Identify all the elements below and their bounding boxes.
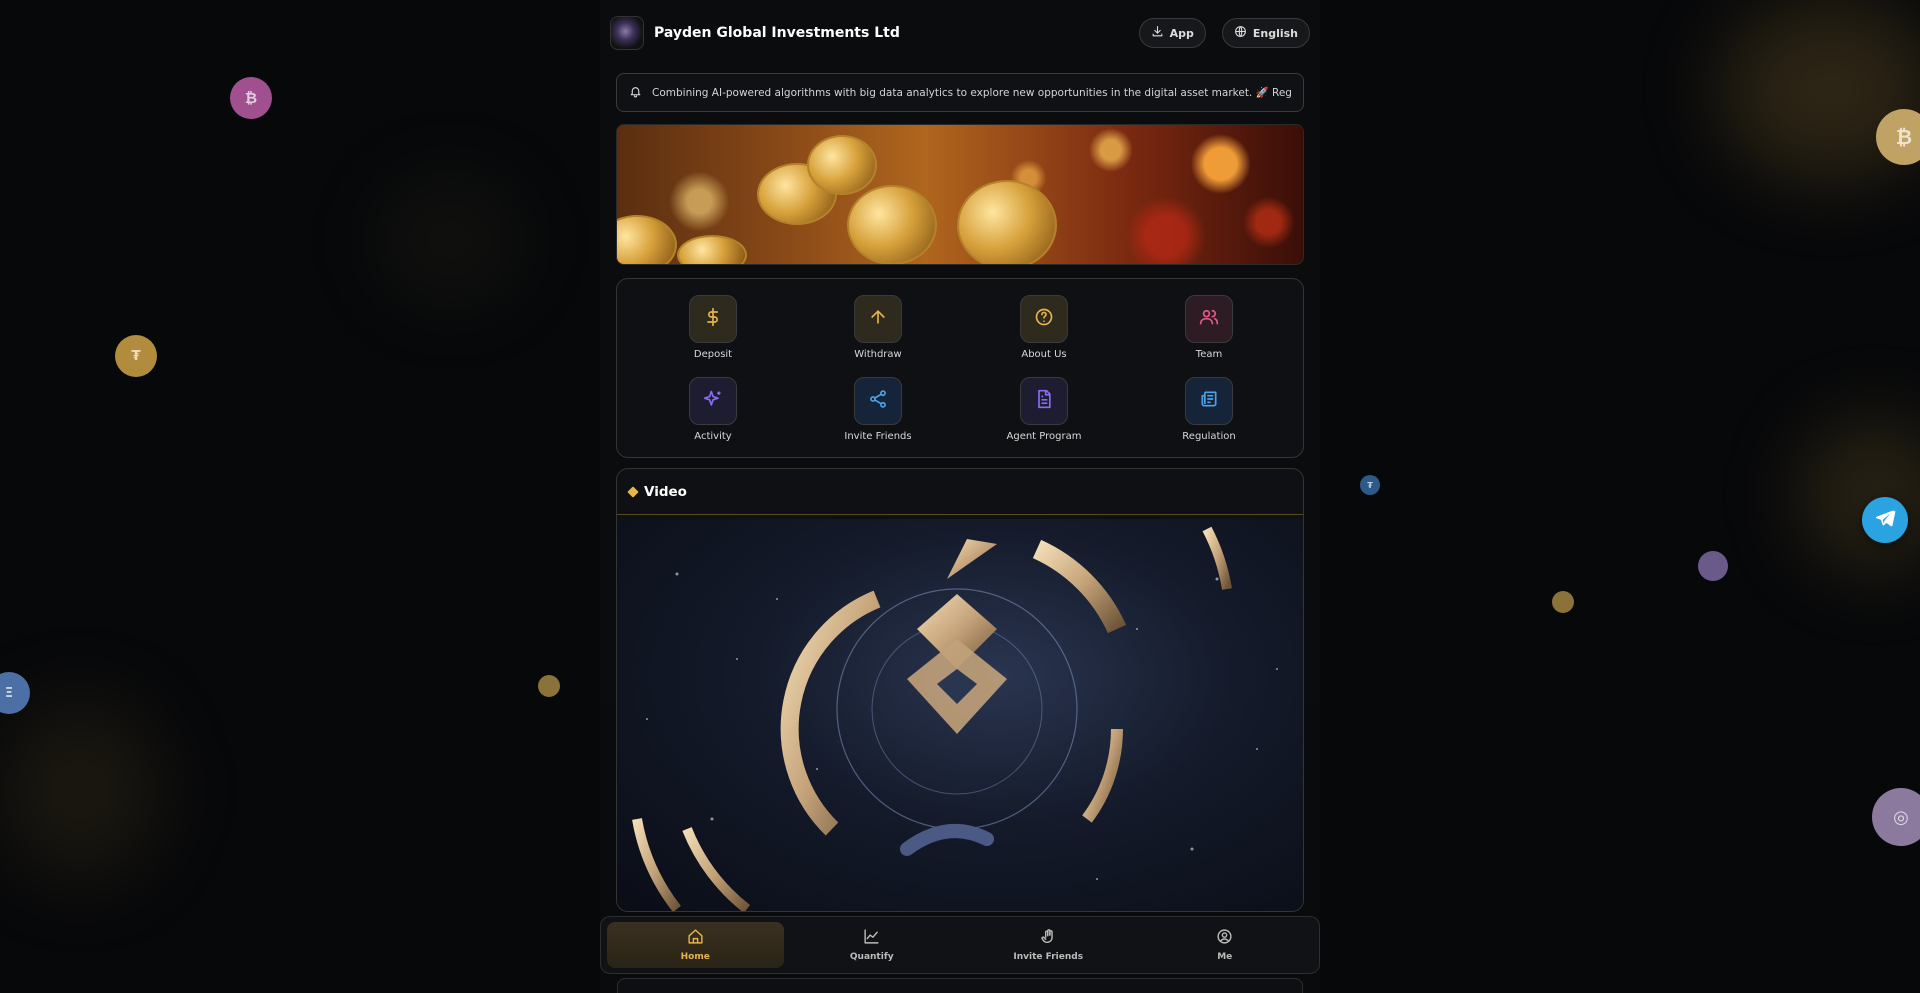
globe-icon [1234,25,1247,41]
menu-label: About Us [1021,349,1067,360]
menu-item-about-us[interactable]: About Us [984,295,1104,360]
menu-label: Withdraw [854,349,902,360]
menu-icon-box [689,295,737,343]
tab-label: Home [680,952,710,962]
menu-item-withdraw[interactable]: Withdraw [818,295,938,360]
banner-gold-coin [957,180,1057,264]
menu-item-activity[interactable]: Activity [653,377,773,442]
quick-menu: Deposit Withdraw About Us Team Activity … [616,278,1304,458]
video-section: Video [616,468,1304,912]
floating-coin [1552,591,1574,613]
notice-text: Combining AI-powered algorithms with big… [652,87,1291,99]
floating-coin [538,675,560,697]
tab-quantify[interactable]: Quantify [784,922,961,968]
menu-icon-box [1185,377,1233,425]
app-container: Payden Global Investments Ltd App Englis… [600,0,1320,993]
chart-icon [863,928,880,949]
tab-label: Me [1217,952,1233,962]
app-download-button[interactable]: App [1138,18,1206,48]
video-header: Video [617,469,1303,515]
background-glow [380,180,520,300]
menu-icon-box [854,295,902,343]
telegram-button[interactable] [1862,497,1908,543]
bottom-tab-bar: Home Quantify Invite Friends Me [600,916,1320,974]
user-circle-icon [1216,928,1233,949]
telegram-icon [1874,507,1896,533]
brand-logo[interactable] [610,16,644,50]
floating-coin-bitcoin: ₿ [1876,109,1920,165]
menu-item-regulation[interactable]: Regulation [1149,377,1269,442]
newspaper-icon [1199,389,1219,413]
background-glow [0,700,160,880]
banner-gold-coin [617,215,677,264]
menu-item-agent-program[interactable]: Agent Program [984,377,1104,442]
diamond-icon [627,485,639,498]
banner-gold-coin [807,135,877,195]
floating-coin-solana: ◎ [1872,788,1920,846]
language-button-label: English [1252,26,1298,40]
brand-name: Payden Global Investments Ltd [654,25,900,41]
menu-label: Invite Friends [844,431,912,442]
floating-coin-ethereum: Ξ [0,672,30,714]
menu-icon-box [689,377,737,425]
floating-coin-tether: ₮ [115,335,157,377]
video-player[interactable] [617,519,1303,911]
menu-icon-box [1020,377,1068,425]
menu-item-team[interactable]: Team [1149,295,1269,360]
download-icon [1151,25,1164,41]
tab-label: Quantify [849,952,894,962]
menu-icon-box [854,377,902,425]
video-title: Video [644,483,687,500]
menu-item-deposit[interactable]: Deposit [653,295,773,360]
menu-label: Deposit [693,349,733,360]
hand-wave-icon [1040,928,1057,949]
floating-coin-bitcoin: ₿ [230,77,272,119]
bell-icon [629,83,642,102]
menu-label: Regulation [1182,431,1236,442]
question-icon [1034,307,1054,331]
tab-label: Invite Friends [1013,952,1084,962]
dollar-icon [703,307,723,331]
menu-label: Activity [694,431,732,442]
document-icon [1034,389,1054,413]
banner-gold-coin [677,235,747,264]
sparkles-icon [703,389,723,413]
next-section-edge [617,978,1303,993]
users-icon [1199,307,1219,331]
home-icon [687,928,704,949]
menu-icon-box [1020,295,1068,343]
tab-me[interactable]: Me [1137,922,1314,968]
share-icon [868,389,888,413]
menu-icon-box [1185,295,1233,343]
menu-label: Team [1195,349,1223,360]
menu-item-invite-friends[interactable]: Invite Friends [818,377,938,442]
background-glow [1800,420,1920,570]
tab-home[interactable]: Home [607,922,784,968]
arrow-up-icon [868,307,888,331]
promo-banner[interactable] [616,124,1304,265]
menu-label: Agent Program [1006,431,1082,442]
notice-bar[interactable]: Combining AI-powered algorithms with big… [616,73,1304,112]
language-button[interactable]: English [1221,18,1310,48]
floating-coin-tether-small: ₮ [1360,475,1380,495]
floating-coin [1698,551,1728,581]
header-actions: App English [1138,18,1310,48]
banner-gold-coin [847,185,937,264]
video-thumbnail-graphic [632,526,1278,911]
app-button-label: App [1169,26,1194,40]
tab-invite-friends[interactable]: Invite Friends [960,922,1137,968]
header: Payden Global Investments Ltd App Englis… [610,14,1310,52]
